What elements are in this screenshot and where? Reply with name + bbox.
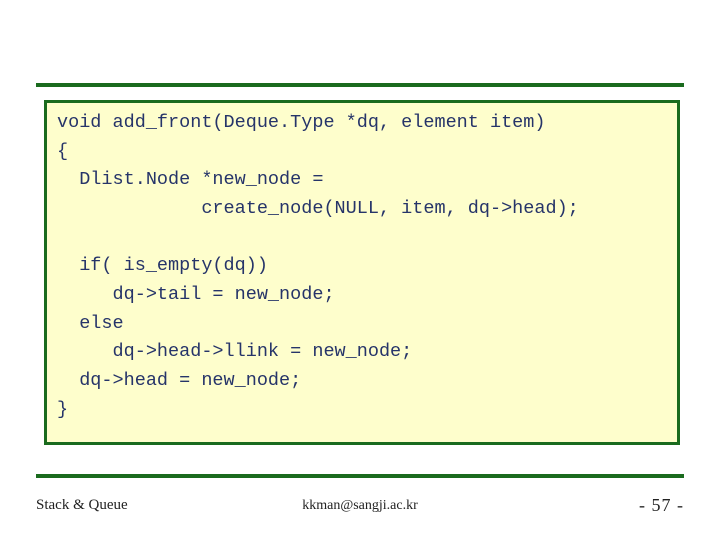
code-line: } <box>57 399 68 420</box>
code-line: void add_front(Deque.Type *dq, element i… <box>57 112 545 133</box>
bottom-divider <box>36 474 684 478</box>
code-line: create_node(NULL, item, dq->head); <box>57 198 579 219</box>
code-line: dq->tail = new_node; <box>57 284 335 305</box>
code-line: { <box>57 141 68 162</box>
code-box: void add_front(Deque.Type *dq, element i… <box>44 100 680 445</box>
slide: void add_front(Deque.Type *dq, element i… <box>0 0 720 540</box>
footer-center: kkman@sangji.ac.kr <box>0 498 720 514</box>
code-line: if( is_empty(dq)) <box>57 255 268 276</box>
top-divider <box>36 83 684 87</box>
page-number: - 57 - <box>639 495 684 516</box>
code-line: dq->head = new_node; <box>57 370 301 391</box>
code-line: Dlist.Node *new_node = <box>57 169 323 190</box>
code-line: dq->head->llink = new_node; <box>57 341 412 362</box>
code-line: else <box>57 313 124 334</box>
